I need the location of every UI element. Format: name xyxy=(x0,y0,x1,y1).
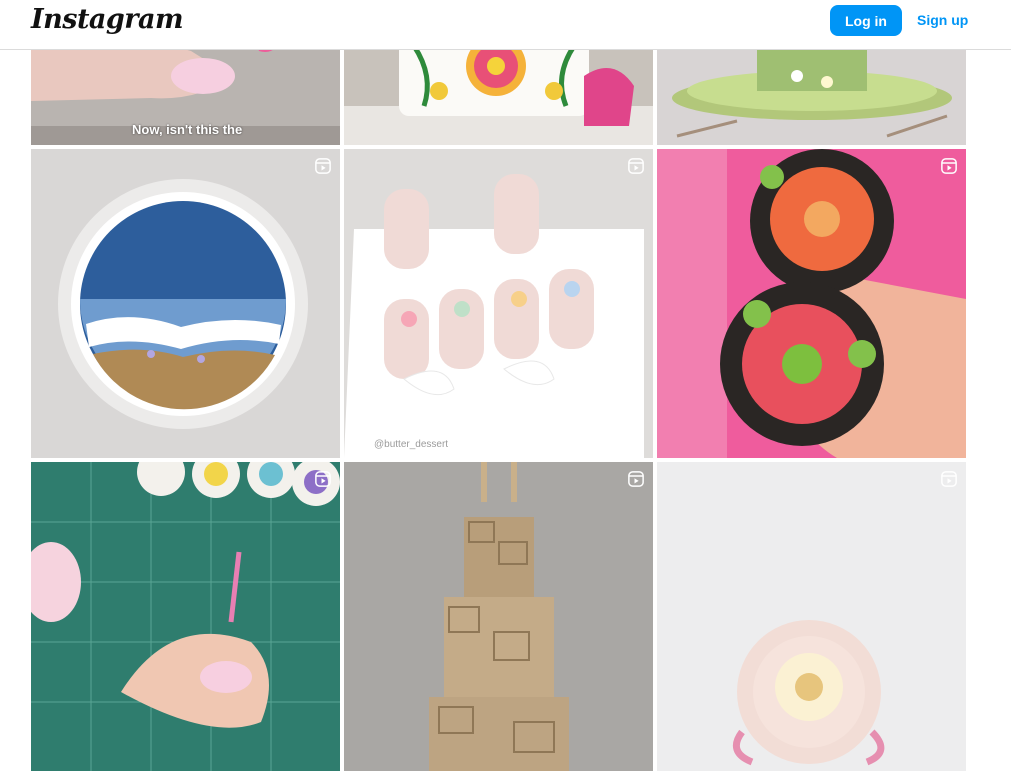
post-image xyxy=(31,462,340,771)
post-tile-flower-cupcakes[interactable] xyxy=(657,149,966,458)
reel-icon xyxy=(315,471,331,487)
instagram-logo[interactable]: Instagram xyxy=(31,4,184,35)
post-image xyxy=(657,462,966,771)
watermark-text: @butter_dessert xyxy=(374,439,448,450)
sign-up-link[interactable]: Sign up xyxy=(917,12,968,28)
post-image: @butter_dessert xyxy=(344,149,653,458)
reel-icon xyxy=(315,158,331,174)
post-image xyxy=(31,149,340,458)
post-tile-piped-flower-cupcake[interactable] xyxy=(657,462,966,771)
reel-icon xyxy=(628,471,644,487)
log-in-button[interactable]: Log in xyxy=(830,5,902,36)
post-tile-fondant-modeling[interactable] xyxy=(31,462,340,771)
post-image xyxy=(344,462,653,771)
reel-icon xyxy=(628,158,644,174)
reel-icon xyxy=(941,471,957,487)
reel-icon xyxy=(941,158,957,174)
post-tile-wood-block-cake[interactable] xyxy=(344,462,653,771)
post-image xyxy=(657,149,966,458)
top-header: Instagram Log in Sign up xyxy=(0,0,1011,50)
post-tile-ocean-cake[interactable] xyxy=(31,149,340,458)
post-tile-cakesicles-box[interactable]: @butter_dessert xyxy=(344,149,653,458)
video-caption: Now, isn't this the xyxy=(132,122,243,137)
